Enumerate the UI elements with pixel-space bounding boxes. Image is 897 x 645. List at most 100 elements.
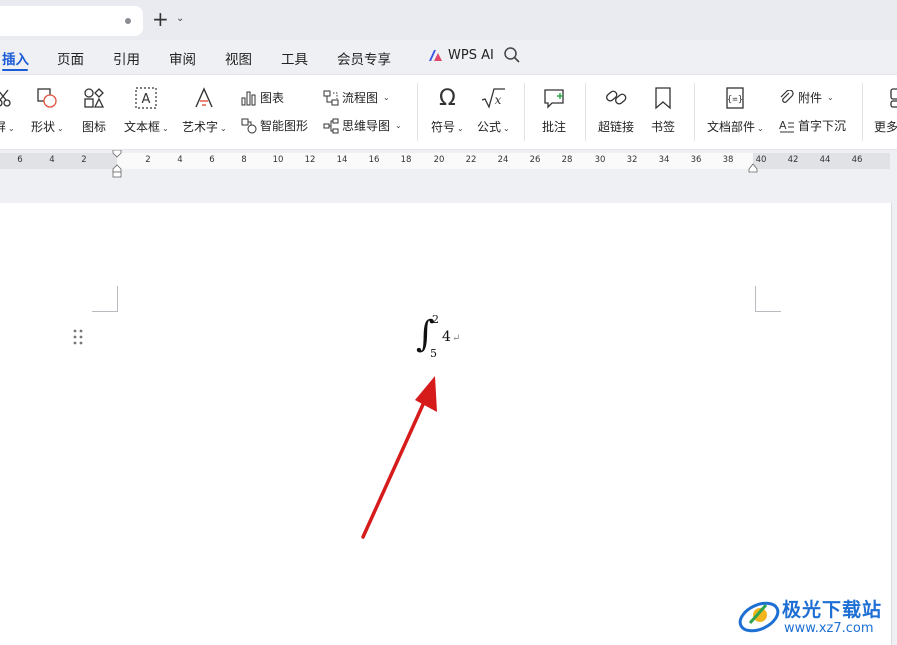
tab-review[interactable]: 审阅 — [169, 48, 196, 68]
ruler-label: 42 — [787, 155, 799, 165]
shape-icon — [37, 88, 58, 108]
lower-limit: 5 — [430, 347, 437, 360]
new-tab-plus-icon[interactable]: + — [152, 9, 169, 29]
bookmark-label: 书签 — [651, 120, 676, 134]
smartart-icon — [241, 118, 257, 133]
screenshot-button[interactable]: 屏 ⌄ — [0, 85, 15, 135]
integrand: 4 — [442, 329, 451, 345]
chevron-down-icon: ⌄ — [395, 121, 402, 130]
doc-parts-button[interactable]: {=} 文档部件 ⌄ — [707, 85, 764, 135]
tab-member[interactable]: 会员专享 — [337, 48, 391, 68]
attachment-button[interactable]: 附件 ⌄ — [779, 89, 834, 106]
textbox-label: 文本框 — [124, 120, 161, 134]
link-icon — [606, 90, 627, 105]
wps-ai-label: WPS AI — [448, 48, 494, 63]
chevron-down-icon: ⌄ — [457, 124, 464, 133]
chart-label: 图表 — [260, 91, 285, 105]
annotation-arrow-icon — [361, 376, 437, 539]
square-root-icon: x — [482, 88, 506, 109]
svg-text:{=}: {=} — [727, 95, 743, 105]
indent-marker-icon[interactable] — [111, 150, 123, 179]
omega-icon: Ω — [438, 85, 456, 111]
chevron-down-icon: ⌄ — [757, 124, 764, 133]
flowchart-icon — [323, 90, 339, 105]
dropcap-button[interactable]: A 首字下沉 — [779, 117, 846, 134]
ribbon-toolbar: 屏 ⌄ 形状 ⌄ 图标 A 文本框 ⌄ 艺术字 ⌄ 图表 智能图形 流程图 ⌄ 思维导图 ⌄… — [0, 74, 897, 150]
ruler-label: 32 — [626, 155, 638, 165]
ribbon-divider — [585, 83, 586, 141]
drag-handle-icon[interactable] — [73, 329, 83, 345]
tab-tools[interactable]: 工具 — [281, 48, 308, 68]
document-page[interactable]: ∫ 2 5 4 ↵ — [0, 203, 892, 645]
wps-ai-button[interactable]: WPS AI — [428, 48, 494, 63]
symbol-button[interactable]: Ω 符号 ⌄ — [431, 85, 464, 135]
wps-ai-logo-icon — [429, 50, 442, 61]
scissors-icon — [0, 89, 12, 107]
integral-equation[interactable]: ∫ 2 5 4 ↵ — [416, 313, 466, 363]
svg-text:A: A — [779, 119, 787, 132]
hyperlink-label: 超链接 — [598, 120, 635, 134]
chevron-down-icon: ⌄ — [827, 93, 834, 102]
tab-insert[interactable]: 插入 — [2, 48, 29, 68]
tab-references[interactable]: 引用 — [113, 48, 140, 68]
menu-bar: 插入 页面 引用 审阅 视图 工具 会员专享 WPS AI — [0, 40, 897, 74]
smartart-button[interactable]: 智能图形 — [241, 117, 308, 134]
upper-limit: 2 — [432, 313, 439, 326]
ruler-label: 8 — [241, 155, 247, 165]
watermark-logo-icon — [738, 601, 780, 633]
hyperlink-button[interactable]: 超链接 — [598, 85, 634, 135]
tab-page[interactable]: 页面 — [57, 48, 84, 68]
chevron-down-icon: ⌄ — [8, 124, 15, 133]
comment-button[interactable]: 批注 — [542, 85, 566, 135]
bar-chart-icon — [241, 91, 256, 105]
tab-view[interactable]: 视图 — [225, 48, 252, 68]
search-icon[interactable] — [503, 46, 521, 64]
doc-parts-label: 文档部件 — [707, 120, 756, 134]
ruler-label: 6 — [209, 155, 215, 165]
ruler-label: 44 — [819, 155, 831, 165]
wordart-label: 艺术字 — [182, 120, 219, 134]
textbox-button[interactable]: A 文本框 ⌄ — [124, 85, 169, 135]
margin-corner-mark — [92, 286, 118, 312]
chevron-down-icon: ⌄ — [503, 124, 510, 133]
formula-button[interactable]: x 公式 ⌄ — [477, 85, 510, 135]
paragraph-mark: ↵ — [452, 333, 461, 344]
shape-button[interactable]: 形状 ⌄ — [31, 85, 64, 135]
ruler-label: 2 — [145, 155, 151, 165]
ruler-label: 30 — [594, 155, 606, 165]
ruler-label: 38 — [722, 155, 734, 165]
more-icon — [890, 88, 897, 108]
icons-button[interactable]: 图标 — [82, 85, 106, 135]
chart-button[interactable]: 图表 — [241, 89, 284, 106]
screenshot-label: 屏 — [0, 120, 7, 134]
ruler-label: 10 — [272, 155, 284, 165]
ruler-label: 26 — [529, 155, 541, 165]
right-indent-marker-icon[interactable] — [747, 161, 759, 173]
paperclip-icon — [780, 89, 794, 103]
bookmark-button[interactable]: 书签 — [651, 85, 675, 135]
svg-text:x: x — [495, 93, 502, 107]
doc-parts-icon: {=} — [726, 87, 745, 109]
more-button[interactable]: 更多 — [874, 85, 897, 135]
margin-corner-mark — [755, 286, 781, 312]
comment-label: 批注 — [542, 120, 567, 134]
symbol-label: 符号 — [431, 120, 456, 134]
chevron-down-icon: ⌄ — [383, 93, 390, 102]
watermark-url: www.xz7.com — [784, 621, 874, 636]
flowchart-button[interactable]: 流程图 ⌄ — [323, 89, 390, 106]
new-tab-chevron-down-icon[interactable]: ⌄ — [176, 13, 184, 24]
horizontal-ruler[interactable]: 6 4 2 2 4 6 8 10 12 14 16 18 20 22 24 26… — [0, 150, 897, 178]
ruler-label: 2 — [81, 155, 87, 165]
ruler-label: 34 — [658, 155, 670, 165]
more-label: 更多 — [874, 120, 897, 134]
textbox-icon: A — [135, 87, 157, 109]
wordart-button[interactable]: 艺术字 ⌄ — [182, 85, 227, 135]
document-tab[interactable] — [0, 6, 143, 36]
ruler-label: 46 — [851, 155, 863, 165]
ruler-label: 4 — [49, 155, 55, 165]
watermark-title: 极光下载站 — [782, 599, 883, 621]
ruler-label: 14 — [336, 155, 348, 165]
ruler-label: 6 — [17, 155, 23, 165]
mindmap-button[interactable]: 思维导图 ⌄ — [323, 117, 402, 134]
ruler-label: 24 — [497, 155, 509, 165]
